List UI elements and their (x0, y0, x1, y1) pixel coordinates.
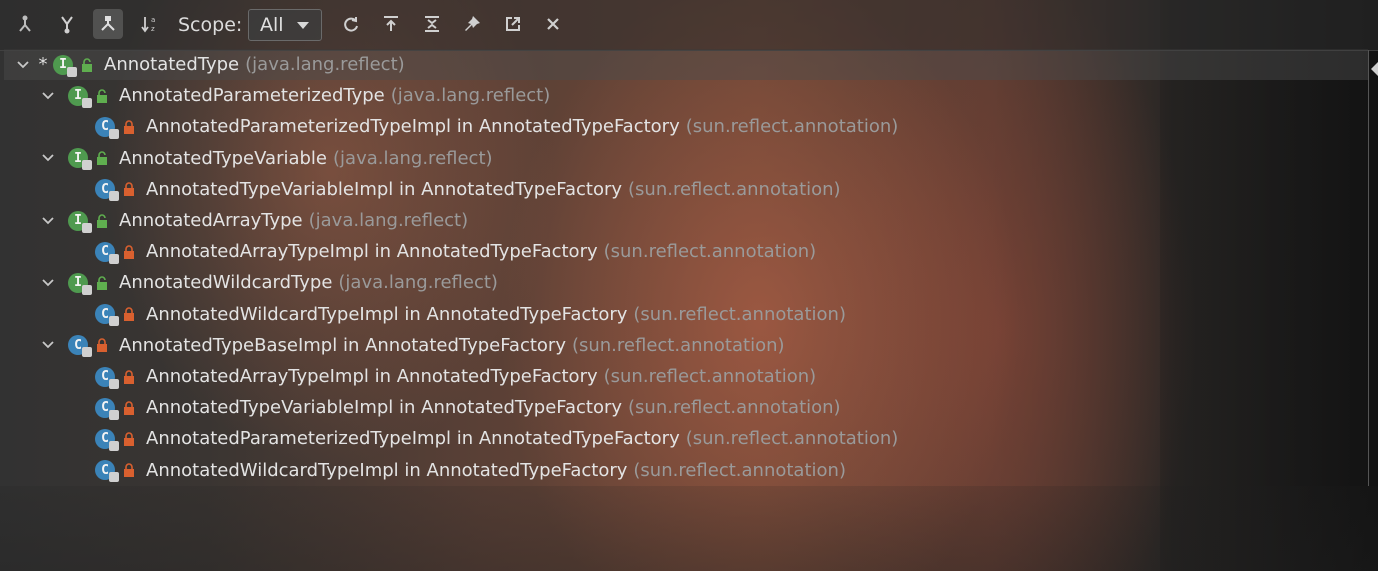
autoscroll-to-source-icon[interactable] (376, 9, 406, 39)
svg-text:a: a (151, 16, 155, 24)
type-name: AnnotatedParameterizedTypeImpl in Annota… (146, 428, 680, 450)
type-package: (sun.reflect.annotation) (603, 241, 817, 263)
private-access-icon (122, 462, 136, 478)
type-package: (sun.reflect.annotation) (603, 366, 817, 387)
class-icon: C (94, 458, 119, 483)
tree-row[interactable]: I AnnotatedParameterizedType (java.lang.re… (4, 80, 1368, 111)
private-access-icon (122, 181, 136, 197)
type-name: AnnotatedTypeVariableImpl in AnnotatedTy… (146, 397, 623, 419)
tree-row[interactable]: I AnnotatedArrayType (java.lang.reflect) (4, 205, 1368, 236)
type-package: (java.lang.reflect) (308, 210, 469, 231)
type-package: (sun.reflect.annotation) (628, 397, 841, 419)
class-icon: C (67, 333, 92, 358)
public-access-icon (95, 150, 109, 166)
panel-edge (1368, 50, 1369, 486)
class-icon: C (94, 396, 119, 420)
type-package: (java.lang.reflect) (338, 272, 498, 294)
sort-alphabetically-icon[interactable]: az (135, 9, 165, 39)
type-name: AnnotatedArrayTypeImpl in AnnotatedTypeF… (146, 366, 598, 387)
chevron-down-icon[interactable] (37, 147, 59, 169)
hierarchy-toolbar: az Scope: All (0, 0, 1378, 51)
class-icon: C (94, 115, 119, 139)
private-access-icon (122, 306, 136, 322)
public-access-icon (95, 88, 109, 104)
private-access-icon (122, 369, 136, 385)
refresh-icon[interactable] (336, 9, 366, 39)
type-package: (java.lang.reflect) (390, 85, 551, 107)
svg-text:z: z (151, 25, 155, 33)
private-access-icon (122, 244, 136, 260)
type-package: (sun.reflect.annotation) (633, 303, 846, 325)
tree-row[interactable]: C AnnotatedTypeVariableImpl in AnnotatedT… (4, 392, 1368, 423)
private-access-icon (122, 119, 136, 135)
tree-row[interactable]: C AnnotatedTypeBaseImpl in AnnotatedTypeF… (4, 330, 1368, 361)
tree-row[interactable]: I AnnotatedTypeVariable (java.lang.reflect… (4, 143, 1368, 174)
scope-value: All (260, 14, 284, 36)
class-icon: C (94, 427, 119, 451)
interface-icon: I (52, 53, 77, 77)
class-icon: C (94, 240, 119, 264)
type-name: AnnotatedWildcardTypeImpl in AnnotatedTy… (146, 303, 628, 325)
scroll-marker-icon (1371, 62, 1378, 76)
chevron-down-icon[interactable] (37, 272, 59, 294)
tree-row[interactable]: C AnnotatedArrayTypeImpl in AnnotatedType… (4, 361, 1368, 392)
tree-row[interactable]: C AnnotatedParameterizedTypeImpl in Annot… (4, 111, 1368, 142)
scope-dropdown[interactable]: All (248, 9, 322, 41)
root-type-package: (java.lang.reflect) (245, 54, 405, 75)
interface-icon: I (67, 84, 92, 108)
type-package: (java.lang.reflect) (333, 147, 493, 169)
class-icon: C (94, 302, 119, 327)
type-package: (sun.reflect.annotation) (685, 116, 899, 138)
type-name: AnnotatedArrayType (119, 210, 303, 231)
tree-row[interactable]: C AnnotatedParameterizedTypeImpl in Annot… (4, 423, 1368, 454)
chevron-down-icon[interactable] (37, 334, 59, 356)
chevron-down-icon (297, 22, 309, 29)
tree-row[interactable]: C AnnotatedWildcardTypeImpl in AnnotatedT… (4, 299, 1368, 330)
private-access-icon (95, 337, 109, 353)
close-icon[interactable] (538, 9, 568, 39)
public-access-icon (80, 57, 94, 73)
type-name: AnnotatedWildcardTypeImpl in AnnotatedTy… (146, 459, 628, 481)
tree-row[interactable]: I AnnotatedWildcardType (java.lang.reflect… (4, 267, 1368, 298)
root-type-name: AnnotatedType (104, 54, 240, 75)
class-icon: C (94, 365, 119, 389)
private-access-icon (122, 400, 136, 416)
type-name: AnnotatedTypeVariableImpl in AnnotatedTy… (146, 178, 623, 200)
private-access-icon (122, 431, 136, 447)
type-name: AnnotatedTypeBaseImpl in AnnotatedTypeFa… (119, 334, 566, 356)
public-access-icon (95, 213, 109, 229)
type-package: (sun.reflect.annotation) (628, 178, 841, 200)
collapse-all-icon[interactable] (417, 9, 447, 39)
interface-icon: I (67, 209, 92, 233)
tree-row[interactable]: C AnnotatedWildcardTypeImpl in AnnotatedT… (4, 455, 1368, 486)
open-in-window-icon[interactable] (498, 9, 528, 39)
scope-label: Scope: (178, 14, 243, 36)
supertypes-hierarchy-icon[interactable] (10, 9, 40, 39)
class-icon: C (94, 177, 119, 202)
focus-marker: * (38, 54, 48, 75)
chevron-down-icon[interactable] (12, 54, 34, 76)
tree-row[interactable]: C AnnotatedTypeVariableImpl in AnnotatedT… (4, 174, 1368, 205)
tree-root-row[interactable]: * I AnnotatedType (java.lang.reflect) (4, 49, 1368, 80)
type-hierarchy-tree: * I AnnotatedType (java.lang.reflect) IA… (0, 48, 1378, 486)
type-name: AnnotatedWildcardType (119, 272, 333, 294)
type-package: (sun.reflect.annotation) (633, 459, 846, 481)
type-name: AnnotatedParameterizedType (119, 85, 385, 107)
type-package: (sun.reflect.annotation) (571, 334, 785, 356)
type-package: (sun.reflect.annotation) (685, 428, 899, 450)
pin-icon[interactable] (457, 9, 487, 39)
chevron-down-icon[interactable] (37, 210, 59, 232)
type-name: AnnotatedParameterizedTypeImpl in Annota… (146, 116, 680, 138)
public-access-icon (95, 275, 109, 291)
chevron-down-icon[interactable] (37, 85, 59, 107)
empty-area (0, 486, 1378, 571)
subtypes-hierarchy-icon[interactable] (52, 9, 82, 39)
type-name: AnnotatedTypeVariable (119, 147, 328, 169)
tree-row[interactable]: C AnnotatedArrayTypeImpl in AnnotatedType… (4, 236, 1368, 267)
class-hierarchy-icon[interactable] (93, 9, 123, 39)
type-name: AnnotatedArrayTypeImpl in AnnotatedTypeF… (146, 241, 598, 263)
interface-icon: I (67, 271, 92, 295)
interface-icon: I (67, 146, 92, 171)
